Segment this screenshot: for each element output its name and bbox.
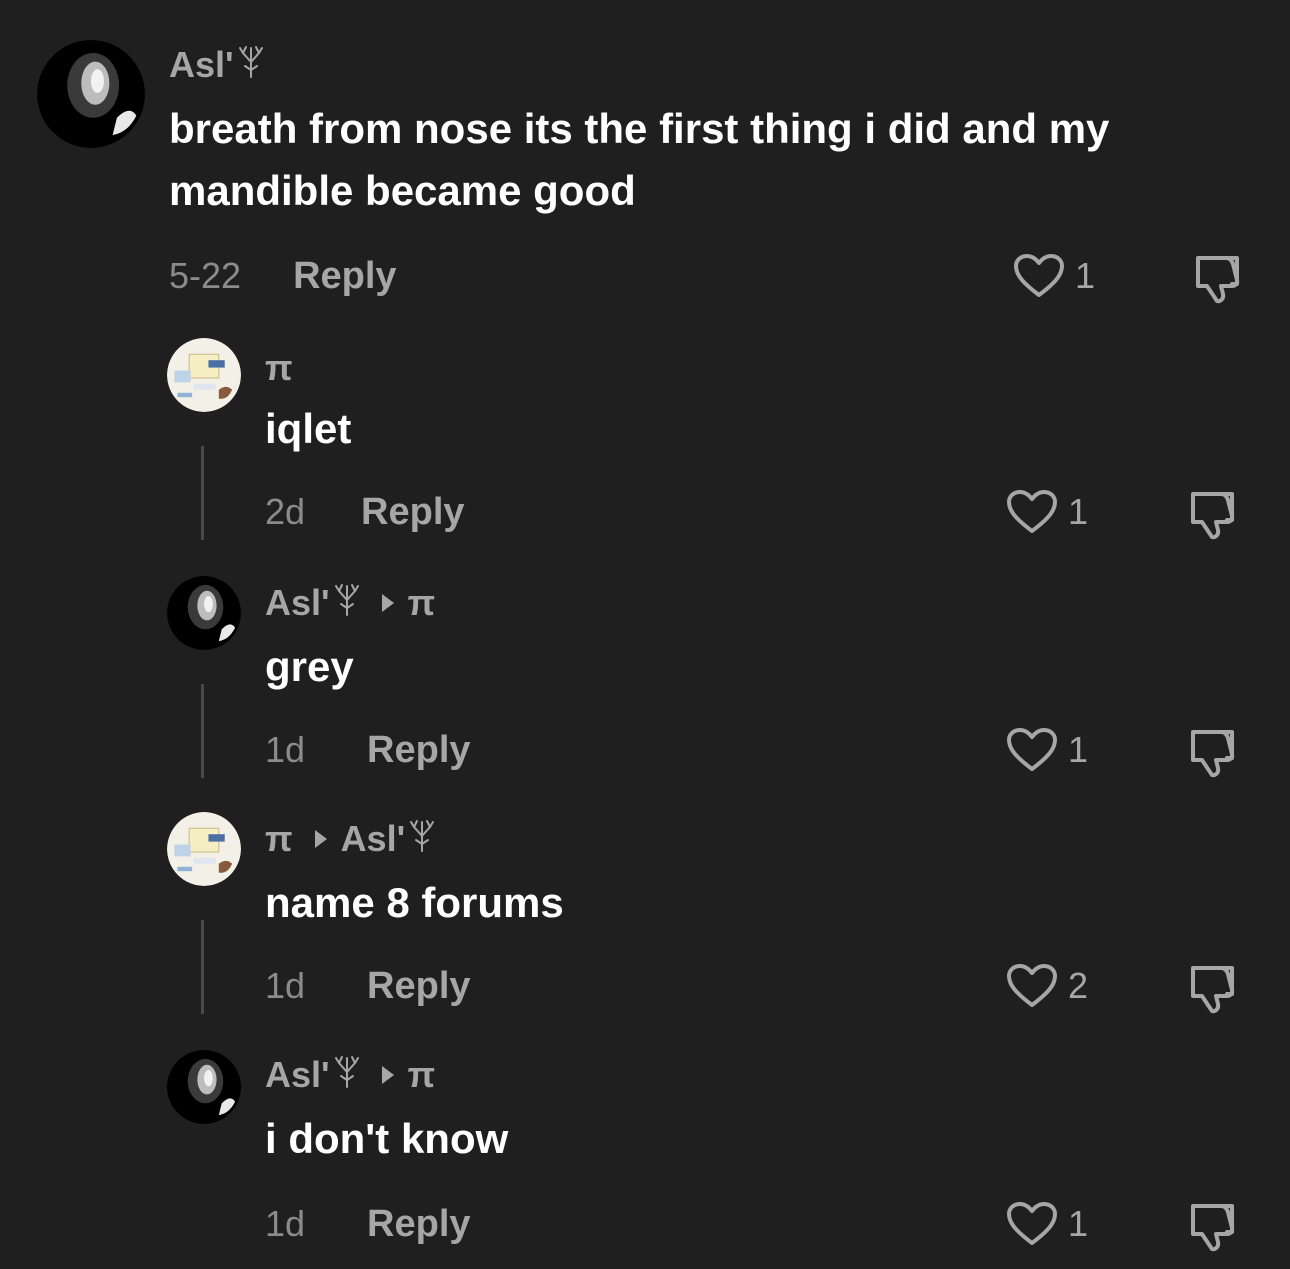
thumbs-down-icon xyxy=(1191,730,1235,778)
comment-text: name 8 forums xyxy=(265,879,564,926)
comment-date: 1d xyxy=(265,729,306,770)
comment-meta: 1d Reply xyxy=(265,1202,471,1246)
dark-portrait-avatar-icon xyxy=(37,40,145,148)
comment-meta: 1d Reply xyxy=(265,964,471,1008)
reply-button[interactable]: Reply xyxy=(293,255,396,298)
reply-to-name[interactable]: Asl' xyxy=(341,818,406,860)
author-name[interactable]: Asl' xyxy=(265,1054,330,1096)
dislike-button[interactable] xyxy=(1185,1200,1239,1252)
author-name[interactable]: Asl' xyxy=(265,582,330,624)
comment-reply: π iqlet 2d Reply 1 xyxy=(0,330,1290,560)
like-count: 1 xyxy=(1068,1203,1089,1244)
heart-outline-icon xyxy=(1007,1202,1057,1245)
like-count: 1 xyxy=(1068,729,1089,770)
reply-to-name[interactable]: π xyxy=(408,582,436,624)
dark-portrait-avatar-icon xyxy=(167,1050,241,1124)
caret-right-icon xyxy=(381,594,394,612)
reply-to-name[interactable]: π xyxy=(408,1054,436,1096)
comment-meta: 2d Reply xyxy=(265,490,465,534)
dislike-button[interactable] xyxy=(1185,488,1239,540)
comment-text: grey xyxy=(265,643,354,690)
author-name[interactable]: Asl' xyxy=(169,44,234,86)
diagram-avatar-icon xyxy=(167,812,241,886)
like-button[interactable]: 1 xyxy=(1013,252,1095,300)
avatar[interactable] xyxy=(167,338,241,412)
author-name[interactable]: π xyxy=(265,347,293,389)
dislike-button[interactable] xyxy=(1190,252,1244,304)
comment-date: 1d xyxy=(265,965,306,1006)
heart-outline-icon xyxy=(1014,254,1064,297)
comment-reply: π Asl' name 8 forums 1d Reply 2 xyxy=(0,804,1290,1034)
comment-text: breath from nose its the first thing i d… xyxy=(169,105,1110,214)
like-count: 1 xyxy=(1075,255,1096,296)
dislike-button[interactable] xyxy=(1185,726,1239,778)
comment-author-row: Asl' π xyxy=(265,582,435,624)
reply-button[interactable]: Reply xyxy=(367,965,470,1008)
comment-meta: 5-22 Reply xyxy=(169,254,397,298)
tree-emoji-icon xyxy=(334,582,360,625)
avatar[interactable] xyxy=(167,1050,241,1124)
heart-outline-icon xyxy=(1007,964,1057,1007)
diagram-avatar-icon xyxy=(167,338,241,412)
heart-outline-icon xyxy=(1007,490,1057,533)
like-button[interactable]: 1 xyxy=(1006,488,1088,536)
comment-date: 2d xyxy=(265,491,306,532)
thumbs-down-icon xyxy=(1196,256,1240,304)
comment-text: iqlet xyxy=(265,405,352,452)
like-count: 1 xyxy=(1068,491,1089,532)
comment-reply: Asl' π i don't know 1d Reply 1 xyxy=(0,1042,1290,1269)
comment-reply: Asl' π grey 1d Reply 1 xyxy=(0,568,1290,798)
caret-right-icon xyxy=(381,1066,394,1084)
tree-emoji-icon xyxy=(238,44,264,87)
dark-portrait-avatar-icon xyxy=(167,576,241,650)
comment-author-row: π Asl' xyxy=(265,818,435,860)
thumbs-down-icon xyxy=(1191,1204,1235,1252)
like-button[interactable]: 1 xyxy=(1006,726,1088,774)
comment-author-row: Asl' xyxy=(169,44,264,86)
avatar[interactable] xyxy=(167,576,241,650)
comment-date: 1d xyxy=(265,1203,306,1244)
comment-text: i don't know xyxy=(265,1115,509,1162)
like-button[interactable]: 2 xyxy=(1006,962,1088,1010)
comment-date: 5-22 xyxy=(169,255,242,296)
reply-button[interactable]: Reply xyxy=(367,729,470,772)
tree-emoji-icon xyxy=(334,1054,360,1097)
like-count: 2 xyxy=(1068,965,1089,1006)
dislike-button[interactable] xyxy=(1185,962,1239,1014)
like-button[interactable]: 1 xyxy=(1006,1200,1088,1248)
author-name[interactable]: π xyxy=(265,818,293,860)
comment: Asl' breath from nose its the first thin… xyxy=(0,0,1290,320)
avatar[interactable] xyxy=(37,40,145,148)
comment-meta: 1d Reply xyxy=(265,728,471,772)
tree-emoji-icon xyxy=(409,818,435,861)
avatar[interactable] xyxy=(167,812,241,886)
heart-outline-icon xyxy=(1007,728,1057,771)
thumbs-down-icon xyxy=(1191,966,1235,1014)
reply-button[interactable]: Reply xyxy=(361,491,464,534)
thumbs-down-icon xyxy=(1191,492,1235,540)
caret-right-icon xyxy=(314,830,327,848)
comment-author-row: Asl' π xyxy=(265,1054,435,1096)
reply-button[interactable]: Reply xyxy=(367,1203,470,1246)
comment-author-row: π xyxy=(265,347,293,389)
